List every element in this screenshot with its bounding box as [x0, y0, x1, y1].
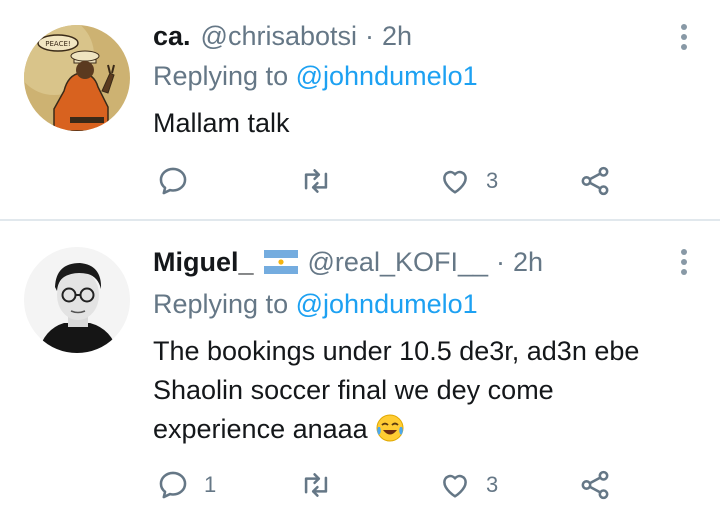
share-icon: [581, 166, 609, 196]
tweet-header: ca. @chrisabotsi · 2h: [153, 18, 412, 54]
display-name[interactable]: Miguel_: [153, 247, 254, 278]
like-button[interactable]: 3: [438, 161, 498, 201]
reply-icon: [159, 167, 187, 195]
mention-link[interactable]: @johndumelo1: [296, 61, 478, 91]
avatar[interactable]: [24, 247, 130, 353]
retweet-icon: [304, 473, 328, 497]
tweet[interactable]: Miguel_ @real_KOFI__ · 2h Replying to @j…: [0, 221, 720, 507]
replying-to: Replying to @johndumelo1: [153, 61, 478, 92]
separator: ·: [496, 246, 505, 277]
replying-to: Replying to @johndumelo1: [153, 289, 478, 320]
like-button[interactable]: 3: [438, 465, 498, 505]
reply-button[interactable]: 1: [156, 465, 216, 505]
tweet-header: Miguel_ @real_KOFI__ · 2h: [153, 244, 543, 280]
avatar-caption: PEACE!: [45, 40, 70, 48]
share-button[interactable]: [578, 465, 612, 505]
tweet-text-line: experience anaaa: [153, 414, 368, 444]
mention-link[interactable]: @johndumelo1: [296, 289, 478, 319]
tweet-text-line-wrapper: experience anaaa: [153, 410, 693, 449]
share-icon: [581, 470, 609, 500]
replying-prefix: Replying to: [153, 289, 289, 319]
face-with-tears-of-joy-icon: [375, 413, 405, 443]
like-icon: [443, 170, 467, 194]
tweet-text: Mallam talk: [153, 108, 290, 138]
tweet-text-line: Shaolin soccer final we dey come: [153, 375, 554, 405]
replying-prefix: Replying to: [153, 61, 289, 91]
reply-button[interactable]: [156, 161, 204, 201]
tweet[interactable]: PEACE! ca. @chrisabotsi · 2h Replying to…: [0, 0, 720, 220]
reply-icon: [159, 471, 187, 499]
like-icon: [443, 474, 467, 498]
user-handle[interactable]: @chrisabotsi: [201, 21, 357, 52]
reply-count: 1: [204, 472, 217, 497]
like-count: 3: [486, 168, 499, 193]
retweet-icon: [304, 169, 328, 193]
more-options-icon[interactable]: [680, 249, 688, 275]
tweet-actions: 1 3: [0, 465, 720, 505]
tweet-text-line: The bookings under 10.5 de3r, ad3n ebe: [153, 336, 640, 366]
more-options-icon[interactable]: [680, 24, 688, 50]
avatar[interactable]: PEACE!: [24, 25, 130, 131]
tweet-actions: 3: [0, 161, 720, 201]
separator: ·: [365, 20, 375, 51]
timestamp[interactable]: 2h: [513, 247, 543, 278]
tweet-text: The bookings under 10.5 de3r, ad3n ebe S…: [153, 332, 693, 449]
retweet-button[interactable]: [299, 161, 333, 201]
timestamp[interactable]: 2h: [382, 21, 412, 52]
share-button[interactable]: [578, 161, 612, 201]
argentina-flag-icon: [263, 250, 298, 274]
like-count: 3: [486, 472, 499, 497]
retweet-button[interactable]: [299, 465, 333, 505]
display-name[interactable]: ca.: [153, 21, 191, 52]
user-handle[interactable]: @real_KOFI__: [308, 247, 488, 278]
